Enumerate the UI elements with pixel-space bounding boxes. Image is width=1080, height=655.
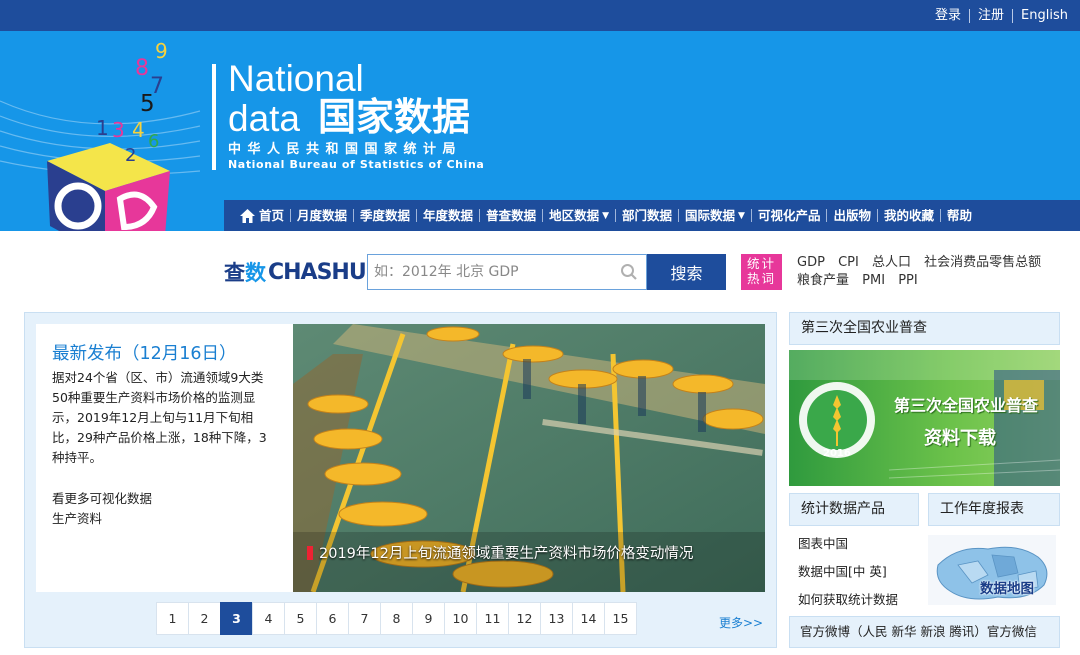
product-link[interactable]: 数据中国[中 英] (798, 558, 898, 586)
nav-regional-label: 地区数据 (549, 207, 600, 223)
pagination: 1 2 3 4 5 6 7 8 9 10 11 12 13 14 15 (156, 602, 637, 635)
brand-data: data (228, 98, 301, 139)
page-button[interactable]: 12 (508, 602, 541, 635)
category-link[interactable]: 生产资料 (52, 509, 102, 529)
hot-words-badge: 统计热词 (741, 254, 782, 290)
bureau-name-en: National Bureau of Statistics of China (228, 158, 485, 171)
page-button[interactable]: 10 (444, 602, 477, 635)
cube-digit: 3 (112, 118, 125, 142)
page-button[interactable]: 9 (412, 602, 445, 635)
stat-products-heading[interactable]: 统计数据产品 (789, 493, 919, 526)
news-title[interactable]: 最新发布（12月16日） (52, 340, 237, 365)
agri-census-year: 2016 (823, 448, 851, 459)
stats-cube-logo: 9 8 7 5 1 3 4 6 2 (0, 39, 201, 231)
brand-divider (212, 64, 216, 170)
page-button[interactable]: 14 (572, 602, 605, 635)
page-button[interactable]: 15 (604, 602, 637, 635)
agri-census-heading[interactable]: 第三次全国农业普查 (789, 312, 1060, 345)
hot-word[interactable]: PPI (898, 273, 918, 288)
nav-census[interactable]: 普查数据 (480, 208, 542, 223)
hot-word[interactable]: GDP (797, 255, 825, 270)
chashu-logo-cn1: 查 (224, 261, 245, 285)
data-map[interactable]: 数据地图 (928, 535, 1056, 605)
hot-word[interactable]: CPI (838, 255, 859, 270)
search-button[interactable]: 搜索 (647, 254, 726, 290)
annual-report-heading[interactable]: 工作年度报表 (928, 493, 1060, 526)
brand-title-cn: 国家数据 (318, 95, 471, 139)
agri-census-banner-line2: 资料下载 (924, 428, 996, 449)
nav-monthly[interactable]: 月度数据 (291, 208, 353, 223)
chashu-logo-cn2: 数 (245, 261, 266, 285)
top-bar: 登录 注册 English (0, 0, 1080, 31)
product-link[interactable]: 如何获取统计数据 (798, 586, 898, 614)
cube-digit: 6 (148, 131, 159, 152)
search-box (367, 254, 647, 290)
brand-national: National (228, 58, 364, 99)
login-link[interactable]: 登录 (927, 8, 969, 23)
page-button[interactable]: 11 (476, 602, 509, 635)
agri-census-image (789, 350, 1060, 486)
nav-department[interactable]: 部门数据 (616, 208, 678, 223)
hot-word[interactable]: 总人口 (872, 255, 911, 270)
page-button[interactable]: 1 (156, 602, 189, 635)
nav-quarterly[interactable]: 季度数据 (354, 208, 416, 223)
photo-caption-text: 2019年12月上旬流通领域重要生产资料市场价格变动情况 (319, 546, 694, 562)
page-button[interactable]: 4 (252, 602, 285, 635)
top-links: 登录 注册 English (927, 0, 1076, 31)
cube-digit: 8 (135, 56, 149, 81)
stat-products-list: 图表中国 数据中国[中 英] 如何获取统计数据 (798, 530, 898, 614)
hot-word[interactable]: 粮食产量 (797, 273, 849, 288)
page-button[interactable]: 5 (284, 602, 317, 635)
news-body: 据对24个省（区、市）流通领域9大类50种重要生产资料市场价格的监测显示，201… (52, 370, 267, 465)
news-photo[interactable]: 2019年12月上旬流通领域重要生产资料市场价格变动情况 (293, 324, 765, 592)
chashu-logo: 查 数 CHASHU (224, 255, 367, 289)
page-button[interactable]: 6 (316, 602, 349, 635)
bureau-name-cn: 中华人民共和国国家统计局 (228, 142, 463, 157)
agri-census-banner[interactable]: 第三次全国农业普查 资料下载 2016 (789, 350, 1060, 486)
cube-digit: 2 (125, 145, 136, 166)
nav-international-label: 国际数据 (685, 207, 736, 223)
english-link[interactable]: English (1013, 8, 1076, 23)
home-icon (240, 208, 255, 223)
page-button[interactable]: 8 (380, 602, 413, 635)
nav-home[interactable]: 首页 (234, 207, 290, 223)
more-link[interactable]: 更多>> (719, 614, 763, 631)
latest-release-panel: 最新发布（12月16日） 据对24个省（区、市）流通领域9大类50种重要生产资料… (24, 312, 777, 648)
cube-digit: 9 (155, 39, 168, 63)
news-card: 最新发布（12月16日） 据对24个省（区、市）流通领域9大类50种重要生产资料… (36, 324, 294, 592)
nav-annual[interactable]: 年度数据 (417, 208, 479, 223)
cube-digit: 1 (96, 116, 109, 140)
chevron-down-icon: ▼ (738, 210, 745, 221)
hot-word[interactable]: 社会消费品零售总额 (924, 255, 1041, 270)
page-button[interactable]: 2 (188, 602, 221, 635)
nav-visual[interactable]: 可视化产品 (752, 208, 827, 223)
chashu-logo-en: CHASHU (268, 259, 367, 285)
nav-favorites[interactable]: 我的收藏 (878, 208, 940, 223)
cube-digit: 4 (132, 118, 145, 142)
cube-digit: 5 (140, 91, 155, 117)
official-social-bar[interactable]: 官方微博（人民 新华 新浪 腾讯）官方微信 (789, 616, 1060, 648)
more-visual-link[interactable]: 看更多可视化数据 (52, 489, 152, 509)
data-map-label: 数据地图 (980, 581, 1034, 597)
search-input[interactable] (368, 255, 616, 289)
page-button[interactable]: 13 (540, 602, 573, 635)
nav-help[interactable]: 帮助 (941, 208, 978, 223)
photo-caption: 2019年12月上旬流通领域重要生产资料市场价格变动情况 (307, 542, 693, 563)
page: 登录 注册 English 9 8 7 5 1 3 4 6 2 National… (0, 0, 1080, 655)
hot-words-list: GDP CPI 总人口 社会消费品零售总额 粮食产量 PMI PPI (797, 254, 1067, 290)
page-button-active[interactable]: 3 (220, 602, 253, 635)
search-icon (621, 264, 637, 280)
hot-word[interactable]: PMI (862, 273, 885, 288)
product-link[interactable]: 图表中国 (798, 530, 898, 558)
chevron-down-icon: ▼ (602, 210, 610, 221)
agri-census-banner-line1: 第三次全国农业普查 (894, 396, 1039, 415)
caption-marker (307, 545, 313, 560)
nav-regional[interactable]: 地区数据 ▼ (543, 207, 615, 223)
nav-home-label: 首页 (259, 207, 285, 223)
main-nav: 首页 月度数据 季度数据 年度数据 普查数据 地区数据 ▼ 部门数据 国际数据 … (224, 200, 1080, 231)
nav-international[interactable]: 国际数据 ▼ (679, 207, 751, 223)
register-link[interactable]: 注册 (970, 8, 1012, 23)
page-button[interactable]: 7 (348, 602, 381, 635)
nav-publications[interactable]: 出版物 (827, 208, 877, 223)
